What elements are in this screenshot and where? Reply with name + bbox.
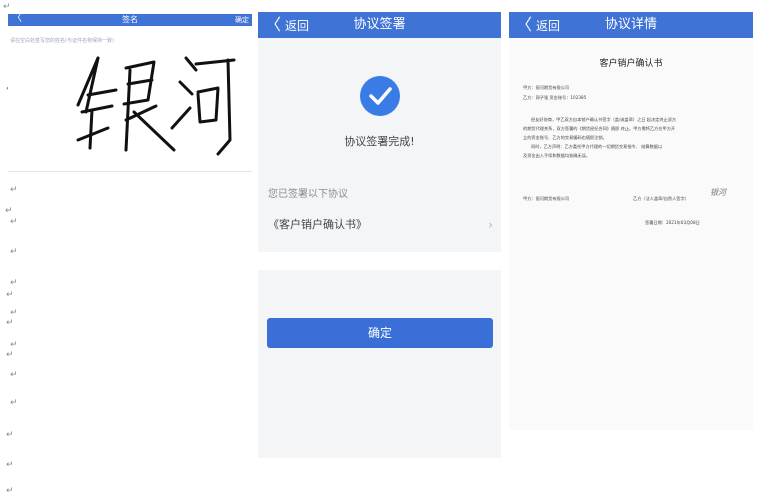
agreement-link[interactable]: 《客户销户确认书》 ›: [268, 216, 493, 234]
handwritten-signature: [76, 56, 236, 156]
paragraph-mark: ↵: [6, 460, 14, 470]
signature-confirm-button[interactable]: 确定: [235, 14, 249, 26]
details-header-bar: 协议详情 〈 返回: [509, 12, 753, 38]
chevron-right-icon: ›: [488, 218, 493, 232]
body-line: 立的资金账号、乙方的交易编码也随即注销。: [523, 135, 607, 140]
agreement-document: 客户销户确认书 甲方：银河期货有限公司 乙方：郭子强 资金账号：102385 经…: [509, 38, 753, 430]
paragraph-mark: ↵: [6, 318, 14, 328]
signing-complete-screen: 协议签署 〈 返回 协议签署完成! 您已签署以下协议 《客户销户确认书》 › 确…: [258, 12, 501, 458]
document-title: 客户销户确认书: [599, 59, 663, 69]
signature-title: 签名: [122, 15, 138, 24]
complete-header-bar: 协议签署 〈 返回: [258, 12, 501, 38]
status-text: 协议签署完成!: [344, 135, 415, 148]
paragraph-mark: ↵: [10, 247, 18, 257]
paragraph-mark: ↵: [10, 370, 18, 380]
paragraph-mark: ↵: [6, 486, 14, 496]
party-a: 甲方：银河期货有限公司: [523, 85, 570, 90]
paragraph-mark: ↵: [10, 278, 18, 288]
party-b: 乙方：郭子强 资金账号：102385: [523, 95, 587, 100]
redacted-strip: [258, 252, 501, 270]
paragraph-mark: ↵: [10, 185, 18, 195]
signature-screen: 〈 签名 确定 请在空白处签写您的姓名(与证件名称保持一致): [8, 13, 252, 172]
body-line: 的期货代理关系，双方签署的《期货经纪合同》随即 终止。甲方需将乙方在甲方开: [523, 126, 676, 131]
signature-hint: 请在空白处签写您的姓名(与证件名称保持一致): [10, 38, 114, 44]
signature-pad[interactable]: [68, 50, 243, 172]
body-line: 及资金出入手续和数据均准确无误。: [523, 153, 591, 158]
sign-date: 签署日期：2021年03月08日: [645, 220, 700, 225]
sign-party-b: 乙方（法人盖章/自然人签字）: [633, 196, 689, 201]
signature-thumbnail: 银河: [710, 188, 726, 197]
paragraph-mark: ↵: [3, 2, 11, 12]
back-label: 返回: [536, 18, 561, 33]
sign-party-a: 甲方：银河期货有限公司: [523, 196, 570, 201]
signature-header-bar: 〈 签名 确定: [8, 13, 252, 26]
paragraph-mark: ↵: [6, 350, 14, 360]
paragraph-mark: ↵: [10, 217, 18, 227]
back-button[interactable]: 〈 返回: [516, 12, 560, 38]
paragraph-mark: ↵: [10, 308, 18, 318]
back-label: 返回: [285, 18, 310, 33]
divider: [8, 171, 252, 172]
check-circle-icon: [360, 76, 400, 116]
back-button[interactable]: 〈 返回: [265, 12, 309, 38]
confirm-button[interactable]: 确定: [267, 318, 493, 348]
paragraph-mark: ↵: [6, 430, 14, 440]
body-line: 同时，乙方声明：乙方委托甲方代理的一切期货交易指令、 结算数据以: [531, 144, 663, 149]
paragraph-mark: ↵: [6, 290, 14, 300]
agreement-details-screen: 协议详情 〈 返回 客户销户确认书 甲方：银河期货有限公司 乙方：郭子强 资金账…: [509, 12, 753, 430]
paragraph-mark: ↵: [10, 398, 18, 408]
signed-agreements-label: 您已签署以下协议: [268, 189, 348, 200]
agreement-link-label: 《客户销户确认书》: [268, 218, 367, 231]
chevron-left-icon: 〈: [265, 15, 282, 34]
paragraph-mark: ↵: [5, 206, 13, 216]
body-line: 经友好协商，甲乙双方自本销户确认书签字（盖/或盖章）之日 起决定终止双方: [531, 117, 677, 122]
paragraph-mark: ↵: [10, 340, 18, 350]
chevron-left-icon: 〈: [516, 15, 533, 34]
